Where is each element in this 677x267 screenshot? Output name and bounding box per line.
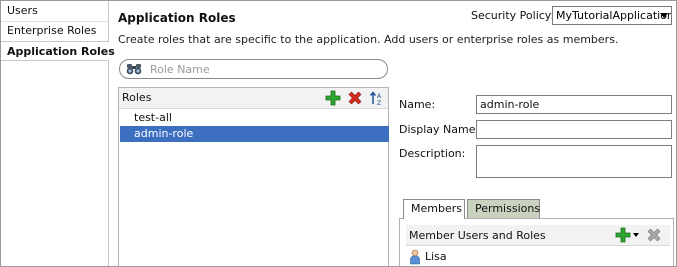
chevron-down-icon	[660, 13, 668, 18]
role-item-test-all[interactable]: test-all	[120, 110, 389, 126]
page-description: Create roles that are specific to the ap…	[118, 33, 619, 46]
roles-list: Roles A Z test-all admin-role	[118, 87, 389, 266]
security-policy-value: MyTutorialApplication	[556, 9, 672, 22]
sidebar-item-application-roles[interactable]: Application Roles	[1, 41, 115, 61]
sidebar-item-enterprise-roles[interactable]: Enterprise Roles	[1, 21, 108, 41]
remove-member-icon[interactable]	[646, 227, 662, 243]
tab-members[interactable]: Members	[403, 199, 465, 219]
svg-text:A: A	[377, 93, 382, 100]
display-name-label: Display Name:	[399, 123, 480, 136]
add-member-icon[interactable]	[615, 227, 631, 243]
role-search-input[interactable]	[150, 61, 375, 77]
name-label: Name:	[399, 98, 436, 111]
user-icon	[410, 249, 420, 265]
page-title: Application Roles	[118, 11, 236, 25]
add-icon[interactable]	[325, 90, 341, 106]
svg-text:Z: Z	[377, 100, 381, 106]
display-name-field[interactable]	[476, 120, 672, 139]
member-name: Lisa	[425, 250, 447, 263]
app-window: Users Enterprise Roles Application Roles…	[0, 0, 677, 267]
sidebar-item-users[interactable]: Users	[1, 1, 108, 21]
role-item-admin-role[interactable]: admin-role	[120, 126, 389, 142]
description-label: Description:	[399, 147, 466, 160]
roles-header-label: Roles	[122, 91, 152, 104]
security-policy-select[interactable]: MyTutorialApplication	[552, 6, 672, 25]
delete-icon[interactable]	[347, 90, 363, 106]
name-field[interactable]	[476, 95, 672, 114]
role-search	[119, 59, 388, 79]
binoculars-icon[interactable]	[126, 63, 142, 75]
add-member-dropdown-icon[interactable]	[633, 233, 639, 237]
members-panel: Member Users and Roles Lisa	[399, 218, 674, 266]
members-list-header: Member Users and Roles	[406, 225, 670, 246]
members-header-label: Member Users and Roles	[409, 229, 546, 242]
sidebar-nav: Users Enterprise Roles Application Roles	[1, 1, 115, 266]
sort-icon[interactable]: A Z	[369, 90, 385, 106]
security-policy-label: Security Policy:	[471, 9, 555, 22]
description-field[interactable]	[476, 145, 672, 178]
tab-permissions[interactable]: Permissions	[467, 199, 540, 218]
roles-list-header: Roles A Z	[119, 88, 388, 109]
